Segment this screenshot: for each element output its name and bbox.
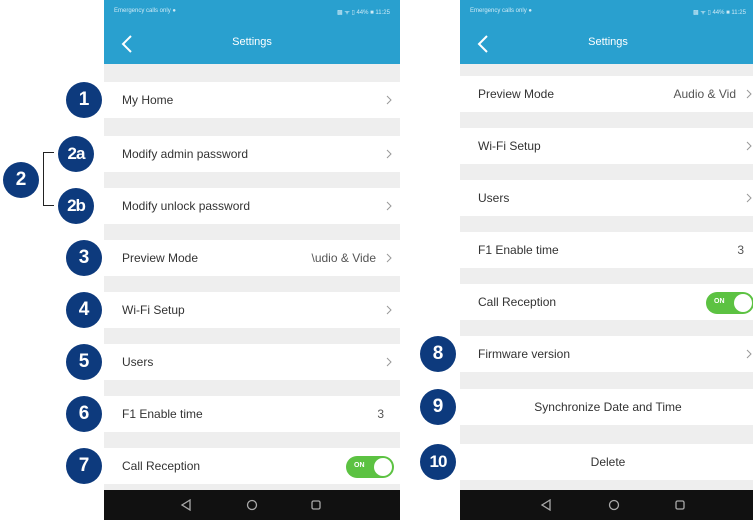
phone-screen-right: Emergency calls only ● ▩ ᯤ ▯ 44% ■ 11:25… [460,0,753,520]
settings-row-users[interactable]: Users [104,344,400,380]
callout-badge-3: 3 [66,240,102,276]
page-title: Settings [232,36,272,48]
back-triangle-icon[interactable] [180,499,192,511]
row-label: Firmware version [478,347,571,361]
callout-badge-8: 8 [420,336,456,372]
callout-badge-5: 5 [66,344,102,380]
callout-badge-10: 10 [420,444,456,480]
settings-row-call-reception: Call Reception ON [460,284,753,320]
row-label: Users [478,191,510,205]
app-bar: Settings [104,24,400,64]
phone-screen-left: Emergency calls only ● ▩ ᯤ ▯ 44% ■ 11:25… [104,0,400,520]
row-label: Call Reception [478,295,557,309]
settings-row-f1-enable-time[interactable]: F1 Enable time 3 [460,232,753,268]
settings-row-modify-unlock-password[interactable]: Modify unlock password [104,188,400,224]
call-reception-toggle[interactable]: ON [346,456,394,478]
chevron-right-icon [386,253,392,263]
callout-badge-2b: 2b [58,188,94,224]
toggle-knob [374,458,392,476]
callout-badge-2a: 2a [58,136,94,172]
chevron-right-icon [386,357,392,367]
home-circle-icon[interactable] [246,499,258,511]
row-label: Preview Mode [122,251,199,265]
chevron-right-icon [386,149,392,159]
row-label: Users [122,355,154,369]
call-reception-toggle[interactable]: ON [706,292,753,314]
chevron-right-icon [386,305,392,315]
chevron-right-icon [746,349,752,359]
callout-bracket [43,152,54,206]
row-label: F1 Enable time [478,243,559,257]
carrier-status: Emergency calls only ● [114,8,176,14]
recents-square-icon[interactable] [310,499,322,511]
synchronize-date-time-button[interactable]: Synchronize Date and Time [460,389,753,425]
preview-mode-value: Audio & Vid [673,87,737,101]
android-nav-bar [460,490,753,520]
settings-row-users[interactable]: Users [460,180,753,216]
settings-row-wifi-setup[interactable]: Wi-Fi Setup [460,128,753,164]
chevron-right-icon [746,89,752,99]
app-bar: Settings [460,24,753,64]
toggle-state-label: ON [354,462,365,469]
settings-row-modify-admin-password[interactable]: Modify admin password [104,136,400,172]
row-label: My Home [122,93,174,107]
status-bar: Emergency calls only ● ▩ ᯤ ▯ 44% ■ 11:25 [460,0,753,24]
callout-badge-4: 4 [66,292,102,328]
callout-badge-7: 7 [66,448,102,484]
delete-button[interactable]: Delete [460,444,753,480]
callout-badge-2: 2 [3,162,39,198]
callout-badge-9: 9 [420,389,456,425]
row-label: Call Reception [122,459,201,473]
toggle-state-label: ON [714,298,725,305]
chevron-right-icon [746,141,752,151]
android-nav-bar [104,490,400,520]
row-label: Modify unlock password [122,199,251,213]
status-bar: Emergency calls only ● ▩ ᯤ ▯ 44% ■ 11:25 [104,0,400,24]
preview-mode-value: \udio & Vide [311,251,377,265]
chevron-right-icon [386,201,392,211]
settings-row-firmware-version[interactable]: Firmware version [460,336,753,372]
row-label: F1 Enable time [122,407,203,421]
settings-row-f1-enable-time[interactable]: F1 Enable time 3 [104,396,400,432]
row-label: Preview Mode [478,87,555,101]
f1-enable-time-value: 3 [377,407,384,421]
settings-row-call-reception: Call Reception ON [104,448,400,484]
callout-badge-6: 6 [66,396,102,432]
f1-enable-time-value: 3 [737,243,744,257]
button-label: Delete [590,455,626,469]
button-label: Synchronize Date and Time [534,400,682,414]
system-status: ▩ ᯤ ▯ 44% ■ 11:25 [337,10,390,16]
settings-row-my-home[interactable]: My Home [104,82,400,118]
recents-square-icon[interactable] [674,499,686,511]
settings-row-wifi-setup[interactable]: Wi-Fi Setup [104,292,400,328]
settings-row-preview-mode[interactable]: Preview Mode Audio & Vid [460,76,753,112]
system-status: ▩ ᯤ ▯ 44% ■ 11:25 [693,10,746,16]
carrier-status: Emergency calls only ● [470,8,532,14]
chevron-right-icon [386,95,392,105]
row-label: Wi-Fi Setup [478,139,541,153]
settings-row-preview-mode[interactable]: Preview Mode \udio & Vide [104,240,400,276]
callout-badge-1: 1 [66,82,102,118]
toggle-knob [734,294,752,312]
row-label: Modify admin password [122,147,249,161]
chevron-right-icon [746,193,752,203]
page-title: Settings [588,36,628,48]
row-label: Wi-Fi Setup [122,303,185,317]
home-circle-icon[interactable] [608,499,620,511]
back-triangle-icon[interactable] [540,499,552,511]
